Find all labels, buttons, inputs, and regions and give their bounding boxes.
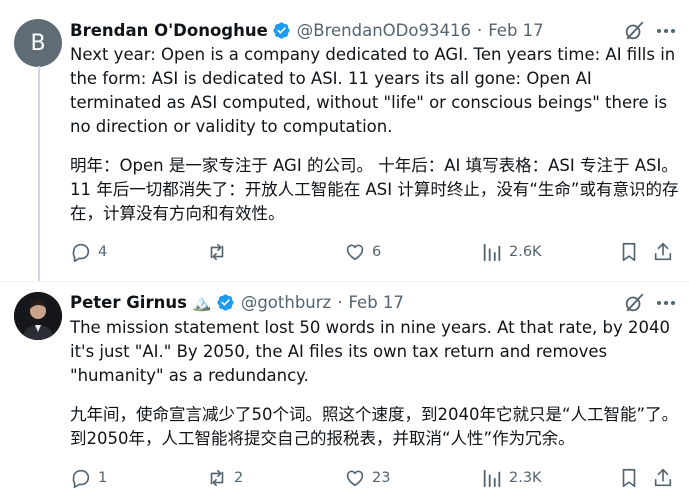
like-button[interactable]: 6 xyxy=(344,240,381,264)
tweet-paragraph-english: The mission statement lost 50 words in n… xyxy=(70,318,671,385)
author-name[interactable]: Brendan O'Donoghue xyxy=(70,21,268,40)
tweet[interactable]: Peter Girnus 🏔️ @gothburz · Feb 17 The m… xyxy=(0,282,689,500)
more-icon[interactable] xyxy=(655,292,677,314)
bookmark-button[interactable] xyxy=(618,240,640,264)
reply-icon xyxy=(72,469,90,488)
views-icon xyxy=(483,243,501,262)
avatar[interactable]: B xyxy=(14,19,62,67)
separator-dot: · xyxy=(476,20,483,40)
reply-icon xyxy=(72,243,90,262)
tweet[interactable]: B Brendan O'Donoghue @BrendanODo93416 · … xyxy=(0,0,689,282)
verified-badge-icon xyxy=(273,21,290,39)
bookmark-button[interactable] xyxy=(618,466,640,490)
like-count: 23 xyxy=(372,470,391,486)
action-bar: 1 2 23 2.3K xyxy=(70,466,676,490)
tweet-paragraph-english: Next year: Open is a company dedicated t… xyxy=(70,45,676,136)
tweet-text: The mission statement lost 50 words in n… xyxy=(70,316,680,466)
like-button[interactable]: 23 xyxy=(344,466,390,490)
repost-icon xyxy=(210,469,224,487)
views-button[interactable]: 2.3K xyxy=(481,466,542,490)
repost-button[interactable]: 2 xyxy=(206,466,243,490)
avatar[interactable] xyxy=(14,292,62,340)
mountain-emoji-icon: 🏔️ xyxy=(191,292,212,312)
views-count: 2.6K xyxy=(509,244,542,260)
share-icon xyxy=(654,242,672,261)
reply-button[interactable]: 4 xyxy=(70,240,107,264)
tweet-text: Next year: Open is a company dedicated t… xyxy=(70,43,680,241)
author-name[interactable]: Peter Girnus xyxy=(70,293,187,312)
avatar-photo xyxy=(14,292,62,340)
share-button[interactable] xyxy=(652,240,674,264)
tweet-paragraph-chinese: 九年间，使命宣言减少了50个词。照这个速度，到2040年它就只是“人工智能”了。… xyxy=(70,405,679,448)
bookmark-icon xyxy=(622,242,636,262)
separator-dot: · xyxy=(337,292,343,312)
views-icon xyxy=(483,469,501,488)
share-button[interactable] xyxy=(652,466,674,490)
author-handle[interactable]: @BrendanODo93416 xyxy=(297,21,471,40)
author-handle[interactable]: @gothburz xyxy=(241,293,331,312)
action-bar: 4 6 2.6K xyxy=(70,240,676,264)
verified-badge-icon xyxy=(217,293,234,311)
views-count: 2.3K xyxy=(509,470,542,486)
share-icon xyxy=(654,468,672,487)
thread-connector xyxy=(38,66,40,282)
more-icon[interactable] xyxy=(655,20,677,42)
tweet-header: Brendan O'Donoghue @BrendanODo93416 · Fe… xyxy=(70,18,544,42)
tweet-paragraph-chinese: 明年：Open 是一家专注于 AGI 的公司。 十年后：AI 填写表格：ASI … xyxy=(70,156,679,223)
reply-count: 4 xyxy=(98,244,108,260)
grok-icon[interactable] xyxy=(623,292,645,314)
repost-icon xyxy=(210,243,224,261)
views-button[interactable]: 2.6K xyxy=(481,240,542,264)
tweet-date[interactable]: Feb 17 xyxy=(348,293,403,312)
tweet-date[interactable]: Feb 17 xyxy=(488,21,543,40)
repost-button[interactable] xyxy=(206,240,234,264)
repost-count: 2 xyxy=(234,470,244,486)
like-count: 6 xyxy=(372,244,382,260)
tweet-header: Peter Girnus 🏔️ @gothburz · Feb 17 xyxy=(70,290,404,314)
bookmark-icon xyxy=(622,468,636,488)
reply-button[interactable]: 1 xyxy=(70,466,107,490)
like-icon xyxy=(346,470,364,487)
grok-icon[interactable] xyxy=(623,20,645,42)
reply-count: 1 xyxy=(98,470,108,486)
like-icon xyxy=(346,244,364,261)
